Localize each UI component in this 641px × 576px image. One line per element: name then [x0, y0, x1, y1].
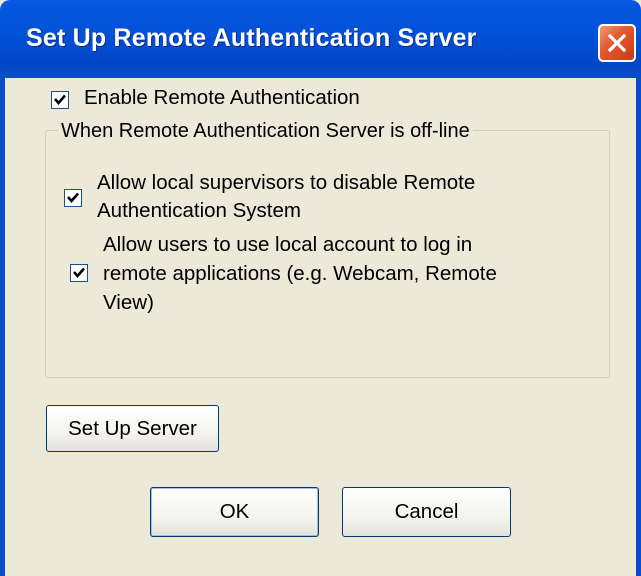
checkmark-icon: [67, 192, 79, 203]
allow-supervisors-label-line2[interactable]: Authentication System: [97, 198, 301, 224]
cancel-button[interactable]: Cancel: [342, 487, 511, 537]
window-frame-right: [636, 78, 641, 576]
title-bar[interactable]: Set Up Remote Authentication Server: [0, 0, 641, 78]
dialog-window: Set Up Remote Authentication Server Enab…: [0, 0, 641, 576]
allow-local-accounts-checkbox[interactable]: [70, 264, 88, 282]
ok-button[interactable]: OK: [150, 487, 319, 537]
set-up-server-button[interactable]: Set Up Server: [46, 405, 219, 452]
offline-group-legend: When Remote Authentication Server is off…: [58, 119, 473, 143]
close-icon: [607, 33, 627, 53]
allow-local-accounts-label-line1[interactable]: Allow users to use local account to log …: [103, 232, 472, 258]
allow-local-accounts-label-line2[interactable]: remote applications (e.g. Webcam, Remote: [103, 261, 497, 287]
enable-remote-auth-label[interactable]: Enable Remote Authentication: [84, 85, 360, 111]
allow-supervisors-checkbox[interactable]: [64, 189, 82, 207]
allow-supervisors-label-line1[interactable]: Allow local supervisors to disable Remot…: [97, 170, 475, 196]
enable-remote-auth-checkbox[interactable]: [51, 91, 69, 109]
close-button[interactable]: [598, 24, 636, 62]
allow-local-accounts-label-line3[interactable]: View): [103, 290, 154, 316]
dialog-title: Set Up Remote Authentication Server: [26, 24, 477, 52]
checkmark-icon: [73, 267, 85, 278]
checkmark-icon: [54, 94, 66, 105]
window-frame-left: [0, 78, 5, 576]
